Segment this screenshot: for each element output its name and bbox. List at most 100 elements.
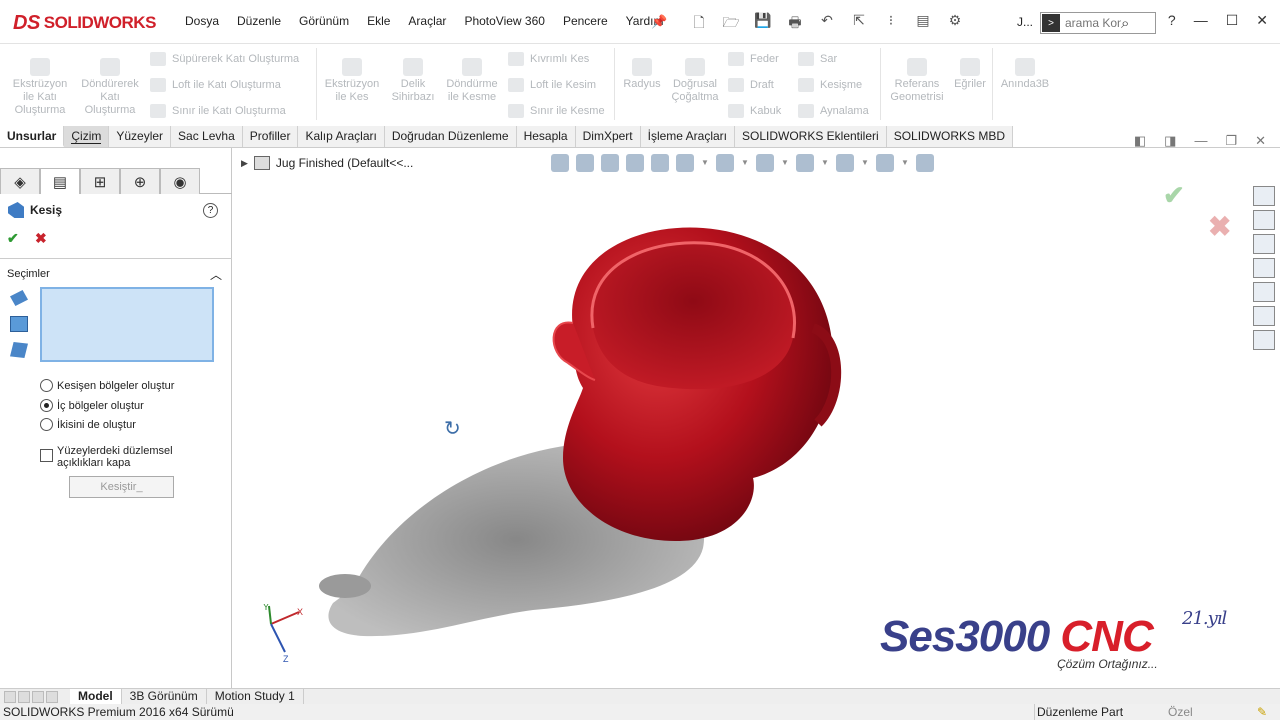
- rebuild-indicator-icon[interactable]: ✎: [1257, 704, 1267, 720]
- body-select-icon[interactable]: [10, 316, 28, 332]
- custom-properties-icon[interactable]: [1253, 306, 1275, 326]
- tile-right-icon[interactable]: ◨: [1164, 133, 1176, 149]
- tab-sac-levha[interactable]: Sac Levha: [171, 126, 243, 147]
- tab-hesapla[interactable]: Hesapla: [516, 126, 576, 147]
- file-explorer-icon[interactable]: [1253, 234, 1275, 254]
- display-manager-tab-icon[interactable]: ◉: [160, 168, 200, 194]
- graphics-viewport[interactable]: ▶ Jug Finished (Default<<... ▼ ▼ ▼ ▼ ▼ ▼…: [233, 148, 1280, 688]
- traffic-light-icon[interactable]: ⁝: [880, 12, 902, 36]
- design-library-icon[interactable]: [1253, 210, 1275, 230]
- configurationmanager-tab-icon[interactable]: ⊞: [80, 168, 120, 194]
- radio-button[interactable]: [40, 379, 53, 392]
- help-icon[interactable]: ?: [203, 203, 218, 218]
- radio-intersecting-regions[interactable]: Kesişen bölgeler oluştur: [40, 379, 174, 392]
- selection-list-box[interactable]: [40, 287, 214, 362]
- menu-ekle[interactable]: Ekle: [358, 14, 399, 28]
- shell-button[interactable]: Kabuk: [728, 104, 781, 118]
- menu-dosya[interactable]: Dosya: [176, 14, 228, 28]
- maximize-icon[interactable]: ☐: [1226, 12, 1239, 29]
- radio-internal-regions[interactable]: İç bölgeler oluştur: [40, 399, 144, 412]
- cap-planar-openings-checkbox[interactable]: Yüzeylerdeki düzlemsel açıklıkları kapa: [40, 445, 187, 469]
- radio-button-selected[interactable]: [40, 399, 53, 412]
- appearances-scenes-icon[interactable]: [1253, 282, 1275, 302]
- cancel-x-icon[interactable]: ✖: [35, 230, 47, 247]
- doc-close-icon[interactable]: ✕: [1255, 133, 1266, 149]
- doc-restore-icon[interactable]: ❐: [1225, 133, 1237, 149]
- new-document-icon[interactable]: 🗋: [688, 12, 710, 36]
- collapse-chevron-icon[interactable]: ︿: [210, 266, 222, 283]
- undo-icon[interactable]: ↶: [816, 12, 838, 36]
- pin-icon[interactable]: 📌: [651, 14, 667, 30]
- tab-profiller[interactable]: Profiller: [242, 126, 299, 147]
- open-folder-icon[interactable]: 🗁: [720, 12, 742, 36]
- surface-select-icon[interactable]: [10, 342, 28, 358]
- featuremanager-tab-icon[interactable]: ◈: [0, 168, 40, 194]
- doc-minimize-icon[interactable]: —: [1194, 133, 1207, 149]
- minimize-icon[interactable]: —: [1194, 12, 1208, 29]
- boundary-boss-button[interactable]: Sınır ile Katı Oluşturma: [150, 104, 286, 118]
- search-input[interactable]: [1065, 16, 1121, 30]
- jug-model-graphic[interactable]: [233, 148, 1280, 688]
- mirror-button[interactable]: Aynalama: [798, 104, 869, 118]
- tab-motion-study[interactable]: Motion Study 1: [207, 689, 304, 704]
- wrap-button[interactable]: Sar: [798, 52, 837, 66]
- tab-solidworks-mbd[interactable]: SOLIDWORKS MBD: [886, 126, 1014, 147]
- tab-dimxpert[interactable]: DimXpert: [575, 126, 641, 147]
- options-list-icon[interactable]: ▤: [912, 12, 934, 36]
- tab-yuzeyler[interactable]: Yüzeyler: [109, 126, 172, 147]
- reference-geometry-button[interactable]: Referans Geometrisi: [886, 58, 948, 104]
- view-palette-icon[interactable]: [1253, 258, 1275, 278]
- menu-pencere[interactable]: Pencere: [554, 14, 617, 28]
- checkbox-box[interactable]: [40, 449, 53, 462]
- tab-cizim[interactable]: Çizim: [64, 126, 110, 147]
- help-icon[interactable]: ?: [1168, 12, 1176, 29]
- tab-kalip-araclari[interactable]: Kalıp Araçları: [298, 126, 385, 147]
- radio-both[interactable]: İkisini de oluştur: [40, 418, 136, 431]
- menu-photoview[interactable]: PhotoView 360: [455, 14, 554, 28]
- radio-button[interactable]: [40, 418, 53, 431]
- solidworks-logo[interactable]: DS SOLIDWORKS: [13, 8, 156, 38]
- user-name[interactable]: J...: [1017, 15, 1033, 29]
- search-box[interactable]: > ⌕: [1040, 12, 1156, 34]
- hole-wizard-button[interactable]: Delik Sihirbazı: [386, 58, 440, 104]
- extrude-boss-button[interactable]: Ekstrüzyon ile Katı Oluşturma: [8, 58, 72, 117]
- first-tab-icon[interactable]: [4, 690, 16, 703]
- print-icon[interactable]: 🖶: [784, 12, 806, 36]
- intersect-button[interactable]: Kesişme: [798, 78, 862, 92]
- tab-3d-view[interactable]: 3B Görünüm: [122, 689, 207, 704]
- menu-gorunum[interactable]: Görünüm: [290, 14, 358, 28]
- solidworks-resources-icon[interactable]: [1253, 186, 1275, 206]
- menu-duzenle[interactable]: Düzenle: [228, 14, 290, 28]
- last-tab-icon[interactable]: [46, 690, 58, 703]
- plane-select-icon[interactable]: [10, 290, 28, 306]
- save-icon[interactable]: 💾: [752, 12, 774, 36]
- search-icon[interactable]: ⌕: [1121, 15, 1129, 32]
- prev-tab-icon[interactable]: [18, 690, 30, 703]
- intersect-button[interactable]: Kesiştir_: [69, 476, 174, 498]
- dimxpert-manager-tab-icon[interactable]: ⊕: [120, 168, 160, 194]
- linear-pattern-button[interactable]: Doğrusal Çoğaltma: [666, 58, 724, 104]
- loft-boss-button[interactable]: Loft ile Katı Oluşturma: [150, 78, 281, 92]
- sweep-boss-button[interactable]: Süpürerek Katı Oluşturma: [150, 52, 299, 66]
- revolve-cut-button[interactable]: Döndürme ile Kesme: [442, 58, 502, 104]
- ok-check-icon[interactable]: ✔: [7, 230, 19, 247]
- tab-model[interactable]: Model: [70, 689, 122, 704]
- status-units[interactable]: Özel: [1168, 704, 1193, 720]
- instant3d-button[interactable]: Anında3B: [996, 58, 1054, 91]
- swept-cut-button[interactable]: Kıvrımlı Kes: [508, 52, 589, 66]
- fillet-button[interactable]: Radyus: [620, 58, 664, 91]
- draft-button[interactable]: Draft: [728, 78, 774, 92]
- tile-left-icon[interactable]: ◧: [1134, 133, 1146, 149]
- next-tab-icon[interactable]: [32, 690, 44, 703]
- select-pointer-icon[interactable]: ⇱: [848, 12, 870, 36]
- boundary-cut-button[interactable]: Sınır ile Kesme: [508, 104, 605, 118]
- tab-solidworks-eklentileri[interactable]: SOLIDWORKS Eklentileri: [734, 126, 887, 147]
- forum-icon[interactable]: [1253, 330, 1275, 350]
- extrude-cut-button[interactable]: Ekstrüzyon ile Kes: [322, 58, 382, 104]
- curves-button[interactable]: Eğriler: [950, 58, 990, 91]
- tab-unsurlar[interactable]: Unsurlar: [0, 126, 65, 147]
- settings-gear-icon[interactable]: ⚙: [944, 12, 966, 36]
- tab-isleme-araclari[interactable]: İşleme Araçları: [640, 126, 735, 147]
- close-icon[interactable]: ✕: [1256, 12, 1268, 29]
- revolve-boss-button[interactable]: Döndürerek Katı Oluşturma: [76, 58, 144, 117]
